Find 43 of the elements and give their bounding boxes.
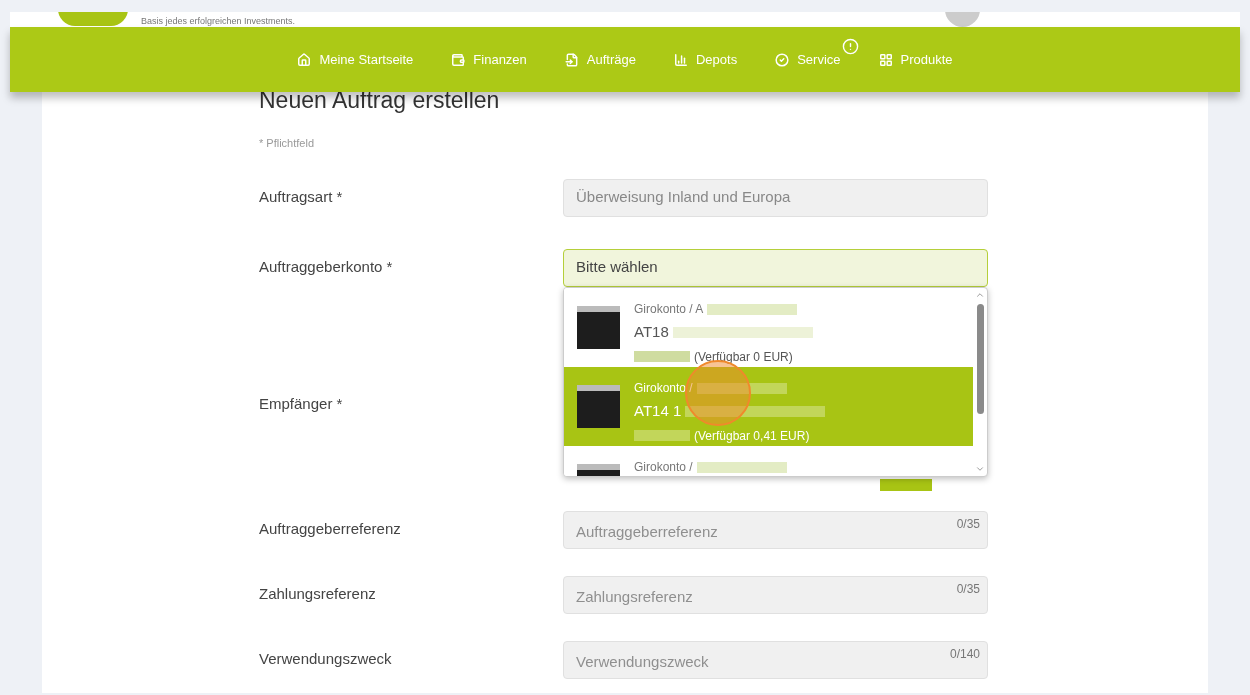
select-field[interactable]: Bitte wählen [563,248,988,287]
iban: AT14 1 [634,401,682,421]
check-circle-icon [775,52,790,67]
nav-link[interactable]: Service [775,49,841,70]
account-option[interactable]: Girokonto / A AT18 (Verfügbar 0 EUR) [564,288,973,367]
field-label: Auftragsart * [259,187,344,208]
character-counter: 0/140 [949,645,980,663]
scroll-up-icon[interactable] [975,290,985,300]
nav-link[interactable]: Finanzen [451,49,527,70]
field-label: Verwendungszweck [259,649,393,670]
account-type: Girokonto / A [634,301,704,318]
field-label: Auftraggeberreferenz [259,519,402,540]
grid-icon [878,52,893,67]
required-note: * Pflichtfeld [259,136,316,151]
character-counter: 0/35 [956,515,980,533]
account-option[interactable]: Girokonto / AT14 1 (Verfügbar 0,41 EUR) [564,367,973,446]
iban: AT18 [634,322,669,342]
card-thumbnail [577,306,620,349]
nav-link[interactable]: Depots [674,49,738,70]
redacted-block [634,351,690,362]
nav-link[interactable]: Meine Startseite [297,49,414,70]
field-label: Auftraggeberkonto * [259,257,394,278]
tagline: Basis jedes erfolgreichen Investments. [141,15,296,27]
home-icon [297,52,312,67]
document-icon [564,52,579,67]
action-button[interactable] [880,478,932,491]
account-type: Girokonto / [634,380,693,397]
account-type: Girokonto / [634,459,693,476]
scrollbar-thumb[interactable] [976,304,984,414]
field-label: Zahlungsreferenz [259,584,377,605]
select-field[interactable]: Überweisung Inland und Europa [563,178,988,217]
nav-link[interactable]: Aufträge [564,49,636,70]
wallet-icon [451,52,466,67]
available-balance: (Verfügbar 0,41 EUR) [694,427,810,445]
card-thumbnail [577,385,620,428]
redacted-block [634,430,690,441]
character-counter: 0/35 [956,580,980,598]
available-balance: (Verfügbar 0 EUR) [694,348,793,366]
account-option[interactable]: Girokonto / [564,446,973,476]
scroll-down-icon[interactable] [975,464,985,474]
nav-link[interactable]: Produkte [878,49,953,70]
bar-chart-icon [674,52,688,67]
field-label: Empfänger * [259,394,344,415]
